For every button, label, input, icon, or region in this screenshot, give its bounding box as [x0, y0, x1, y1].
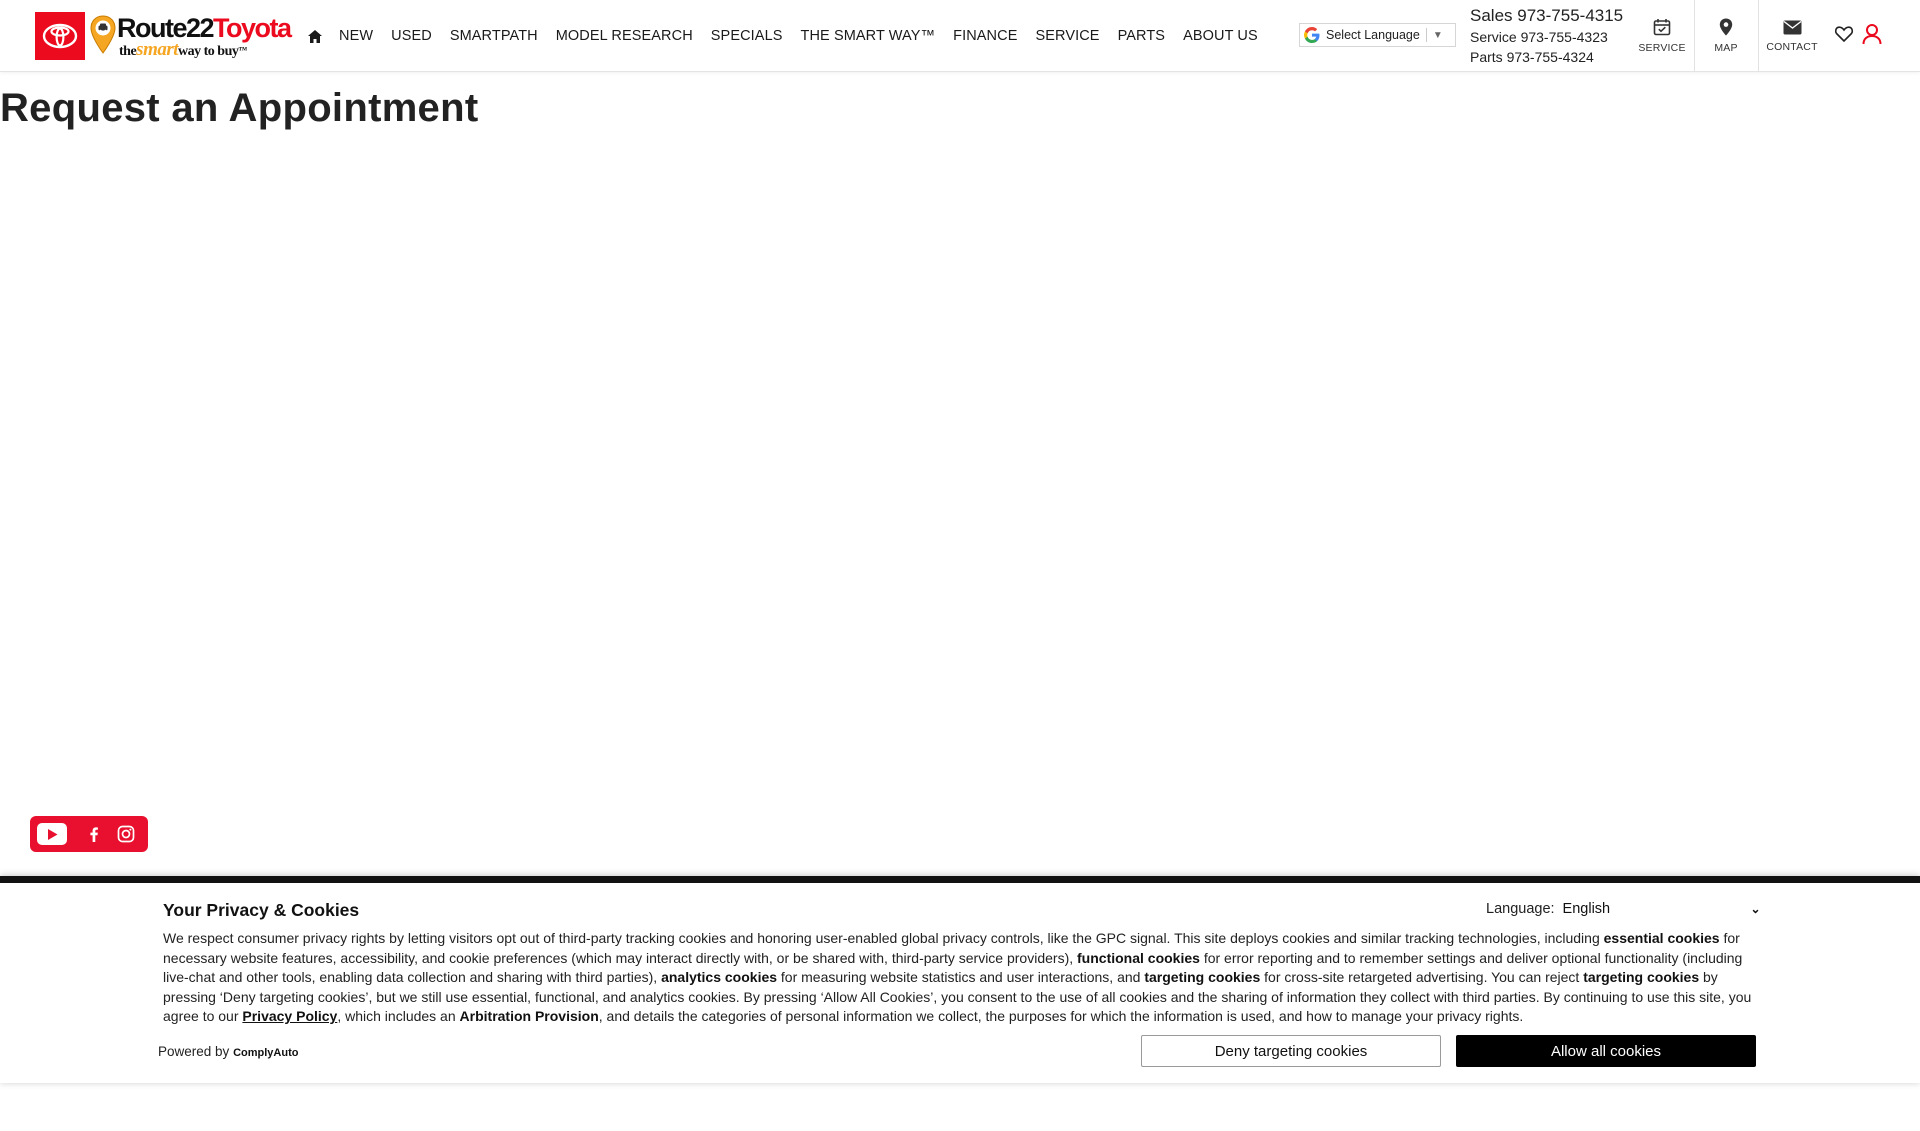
service-phone[interactable]: Service 973-755-4323	[1470, 27, 1630, 47]
nav-item-finance[interactable]: FINANCE	[953, 28, 1017, 44]
parts-phone[interactable]: Parts 973-755-4324	[1470, 47, 1630, 67]
calendar-check-icon	[1653, 19, 1671, 36]
youtube-link[interactable]	[37, 823, 67, 845]
nav-item-service[interactable]: SERVICE	[1035, 28, 1099, 44]
cookie-language-select[interactable]: English ⌄	[1563, 901, 1761, 917]
nav-item-new[interactable]: NEW	[339, 28, 373, 44]
google-translate-select[interactable]: Select Language ▼	[1299, 23, 1456, 47]
envelope-icon	[1783, 20, 1801, 34]
nav-home[interactable]	[304, 26, 326, 46]
cookie-language-selector: Language: English ⌄	[1486, 901, 1761, 917]
utility-divider	[1758, 0, 1759, 72]
map-pin-logo-icon	[90, 15, 116, 54]
deny-targeting-cookies-button[interactable]: Deny targeting cookies	[1141, 1035, 1441, 1067]
toyota-logo[interactable]	[35, 12, 85, 60]
translate-label: Select Language	[1326, 28, 1420, 42]
nav-item-smartpath[interactable]: SMARTPATH	[450, 28, 538, 44]
nav-item-parts[interactable]: PARTS	[1118, 28, 1166, 44]
phone-numbers: Sales 973-755-4315 Service 973-755-4323 …	[1470, 5, 1630, 67]
page-title: Request an Appointment	[0, 86, 479, 130]
translate-divider	[1425, 28, 1427, 42]
utility-contact-button[interactable]: CONTACT	[1766, 0, 1818, 72]
cookie-banner-text: We respect consumer privacy rights by le…	[163, 930, 1752, 1025]
cookie-banner: Your Privacy & Cookies Language: English…	[0, 876, 1920, 1083]
instagram-icon	[117, 825, 135, 843]
privacy-policy-link[interactable]: Privacy Policy	[242, 1008, 337, 1024]
utility-service-button[interactable]: SERVICE	[1638, 0, 1686, 72]
cookie-language-value: English	[1562, 901, 1611, 917]
powered-by: Powered by ComplyAuto	[158, 1044, 299, 1059]
user-icon[interactable]	[1862, 23, 1882, 45]
nav-item-about-us[interactable]: ABOUT US	[1183, 28, 1258, 44]
brand-tagline: thesmartway to buy™	[119, 39, 247, 60]
dealer-logo[interactable]: Route22Toyota thesmartway to buy™	[90, 12, 292, 62]
toyota-emblem-icon	[42, 23, 78, 49]
cookie-language-label: Language:	[1486, 901, 1555, 917]
chevron-down-icon: ▼	[1432, 29, 1443, 41]
utility-divider	[1694, 0, 1695, 72]
nav-item-model-research[interactable]: MODEL RESEARCH	[556, 28, 693, 44]
instagram-link[interactable]	[117, 825, 135, 843]
main-nav: NEW USED SMARTPATH MODEL RESEARCH SPECIA…	[304, 0, 1276, 72]
facebook-icon	[90, 826, 98, 842]
social-links	[30, 816, 148, 852]
nav-item-the-smart-way[interactable]: THE SMART WAY™	[801, 28, 936, 44]
site-header: Route22Toyota thesmartway to buy™ NEW US…	[0, 0, 1920, 72]
facebook-link[interactable]	[87, 824, 101, 844]
nav-item-specials[interactable]: SPECIALS	[711, 28, 783, 44]
youtube-icon	[47, 828, 57, 840]
home-icon	[308, 29, 322, 43]
sales-phone[interactable]: Sales 973-755-4315	[1470, 5, 1630, 27]
complyauto-link[interactable]: ComplyAuto	[233, 1047, 298, 1059]
nav-item-used[interactable]: USED	[391, 28, 432, 44]
utility-map-button[interactable]: MAP	[1702, 0, 1750, 72]
chevron-down-icon: ⌄	[1750, 902, 1761, 916]
map-pin-icon	[1719, 18, 1733, 36]
google-g-icon	[1304, 27, 1320, 43]
heart-icon[interactable]	[1834, 24, 1854, 44]
allow-all-cookies-button[interactable]: Allow all cookies	[1456, 1035, 1756, 1067]
cookie-banner-title: Your Privacy & Cookies	[163, 900, 360, 920]
